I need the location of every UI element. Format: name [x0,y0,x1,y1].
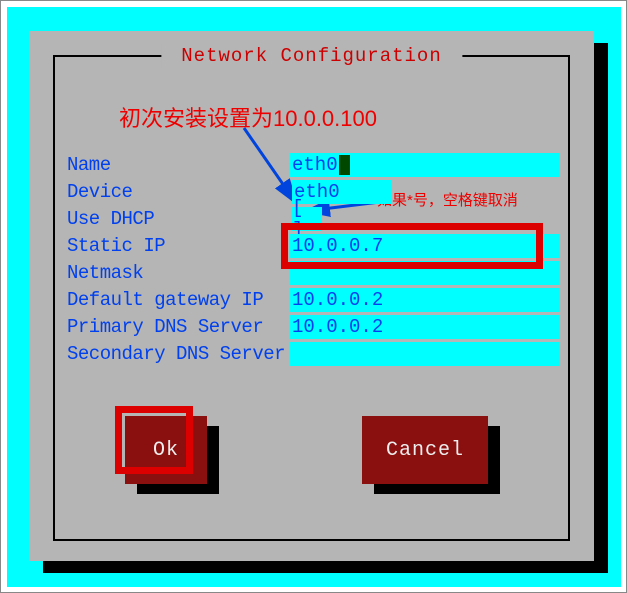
row-secondary-dns: Secondary DNS Server [67,340,560,367]
label-primary-dns: Primary DNS Server [67,316,290,338]
field-netmask[interactable] [290,261,560,285]
label-name: Name [67,154,290,176]
dialog-title: Network Configuration [161,45,462,67]
row-primary-dns: Primary DNS Server 10.0.0.2 [67,313,560,340]
annotation-first-install: 初次安装设置为10.0.0.100 [119,101,377,133]
row-use-dhcp: Use DHCP [ ] [67,205,560,232]
field-secondary-dns[interactable] [290,342,560,366]
label-device: Device [67,181,292,203]
field-gateway[interactable]: 10.0.0.2 [290,288,560,312]
row-name: Name eth0 [67,151,560,178]
border-bottom [53,539,570,541]
border-right [568,55,570,541]
value-static-ip: 10.0.0.7 [292,235,383,257]
label-static-ip: Static IP [67,235,290,257]
ok-button[interactable]: Ok [125,416,207,484]
value-name: eth0 [292,154,338,176]
field-name[interactable]: eth0 [290,153,560,177]
ok-button-label: Ok [153,439,179,462]
form: Name eth0 Device eth0 Use DHCP [ ] [67,151,560,367]
field-primary-dns[interactable]: 10.0.0.2 [290,315,560,339]
border-left [53,55,55,541]
row-static-ip: Static IP 10.0.0.7 [67,232,560,259]
field-static-ip[interactable]: 10.0.0.7 [290,234,560,258]
cursor-icon [339,155,350,175]
row-netmask: Netmask [67,259,560,286]
row-gateway: Default gateway IP 10.0.0.2 [67,286,560,313]
cancel-button[interactable]: Cancel [362,416,488,484]
label-netmask: Netmask [67,262,290,284]
cancel-button-label: Cancel [386,439,464,462]
value-gateway: 10.0.0.2 [292,289,383,311]
label-secondary-dns: Secondary DNS Server [67,343,290,365]
dialog: Network Configuration 初次安装设置为10.0.0.100 … [29,31,594,561]
checkbox-use-dhcp[interactable]: [ ] [292,207,322,231]
label-use-dhcp: Use DHCP [67,208,292,230]
value-primary-dns: 10.0.0.2 [292,316,383,338]
label-gateway: Default gateway IP [67,289,290,311]
